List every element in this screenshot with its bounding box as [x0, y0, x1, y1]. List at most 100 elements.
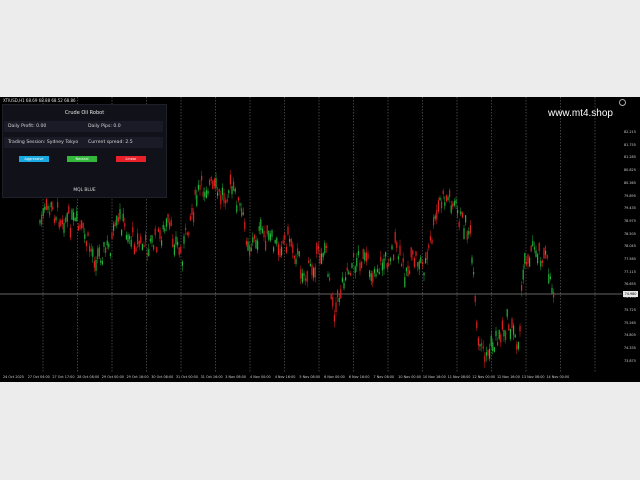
candle-body [351, 263, 353, 268]
candle-body [183, 235, 185, 244]
price-tick: 82.215 [624, 130, 636, 134]
candle-body [399, 245, 401, 256]
candle-body [189, 216, 191, 221]
candle-body [372, 273, 374, 283]
candle-body [113, 224, 115, 231]
price-tick: 81.755 [624, 142, 636, 147]
candle-body [503, 330, 505, 337]
candle-body [495, 330, 497, 337]
candle-body [221, 187, 223, 195]
daily-profit-label: Daily Profit: 0.00 [8, 124, 47, 129]
candle-body [53, 218, 55, 223]
candle-body [169, 222, 171, 229]
candle-body [63, 223, 65, 233]
candle-body [213, 179, 215, 187]
candle-body [133, 244, 135, 255]
candle-body [202, 191, 204, 197]
candle-body [82, 222, 84, 229]
mode-button-1[interactable]: Aggressive [19, 156, 49, 162]
candle-body [297, 248, 299, 255]
candle-body [71, 209, 73, 220]
time-tick: 24 Oct 2025 [3, 375, 24, 379]
candle-body [397, 256, 399, 260]
candle-body [257, 240, 259, 250]
candle-body [394, 231, 396, 243]
candle-body [269, 233, 271, 241]
candle-body [367, 253, 369, 259]
symbol-header: XTIUSD,H1 68.69 68.88 68.52 68.86 [3, 98, 76, 103]
candle-body [361, 261, 363, 269]
candle-body [177, 241, 179, 246]
candle-body [74, 217, 76, 222]
mode-button-2[interactable]: Neutral [67, 156, 97, 162]
candle-body [249, 245, 251, 256]
candle-body [524, 253, 526, 264]
candle-body [338, 297, 340, 302]
candle-body [457, 210, 459, 214]
chart-settings-icon[interactable] [619, 99, 626, 106]
candle-body [170, 220, 172, 227]
candle-body [117, 217, 119, 222]
price-tick: 75.725 [624, 307, 636, 312]
candle-body [124, 223, 126, 227]
candle-body [281, 246, 283, 256]
candle-body [108, 243, 110, 248]
candle-body [364, 252, 366, 261]
candle-body [346, 267, 348, 272]
candle-body [375, 273, 377, 277]
candle-body [81, 220, 83, 229]
candle-body [153, 245, 155, 250]
candle-body [343, 282, 345, 289]
candle-body [532, 240, 534, 247]
candle-body [220, 195, 222, 205]
candle-body [146, 253, 148, 256]
candle-body [348, 271, 350, 275]
candle-body [225, 200, 227, 204]
candle-body [393, 254, 395, 260]
candle-body [47, 205, 49, 210]
chart-window[interactable]: XTIUSD,H1 68.69 68.88 68.52 68.86 www.mt… [0, 97, 640, 382]
candle-body [413, 258, 415, 267]
candle-body [165, 218, 167, 227]
candle-body [143, 245, 145, 248]
candle-body [463, 228, 465, 240]
candle-body [196, 195, 198, 206]
candle-body [354, 266, 356, 273]
candle-body [242, 212, 244, 216]
candle-body [543, 248, 545, 259]
candle-body [289, 239, 291, 242]
candle-body [290, 238, 292, 247]
candle-body [316, 243, 318, 254]
candle-body [476, 321, 478, 329]
candle-body [239, 203, 241, 206]
candle-body [453, 201, 455, 206]
candle-body [321, 253, 323, 264]
candle-body [263, 230, 265, 238]
price-tick: 78.975 [624, 218, 636, 223]
price-tick: 73.875 [624, 358, 636, 363]
candle-body [327, 274, 329, 277]
time-tick: 31 Oct 16:00 [200, 375, 223, 379]
candle-body [353, 252, 355, 258]
price-tick: 77.585 [624, 257, 636, 261]
candle-body [167, 213, 169, 223]
candle-body [479, 343, 481, 347]
candle-body [444, 202, 446, 206]
mode-button-3[interactable]: Linear [116, 156, 146, 162]
candle-body [313, 267, 315, 278]
candle-body [180, 246, 182, 254]
candle-body [276, 237, 278, 244]
candle-body [340, 289, 342, 299]
candle-body [277, 244, 279, 256]
time-tick: 27 Oct 17:00 [52, 375, 75, 379]
candle-body [93, 261, 95, 268]
time-tick: 29 Oct 16:00 [126, 375, 149, 379]
panel-title: Crude Oil Robot [64, 110, 105, 116]
candle-body [505, 330, 507, 340]
candle-body [193, 212, 195, 223]
candle-body [236, 205, 238, 212]
candle-body [429, 236, 431, 241]
candle-body [234, 188, 236, 192]
current-spread-label: Current spread: 2.5 [88, 140, 133, 145]
candle-body [380, 256, 382, 262]
